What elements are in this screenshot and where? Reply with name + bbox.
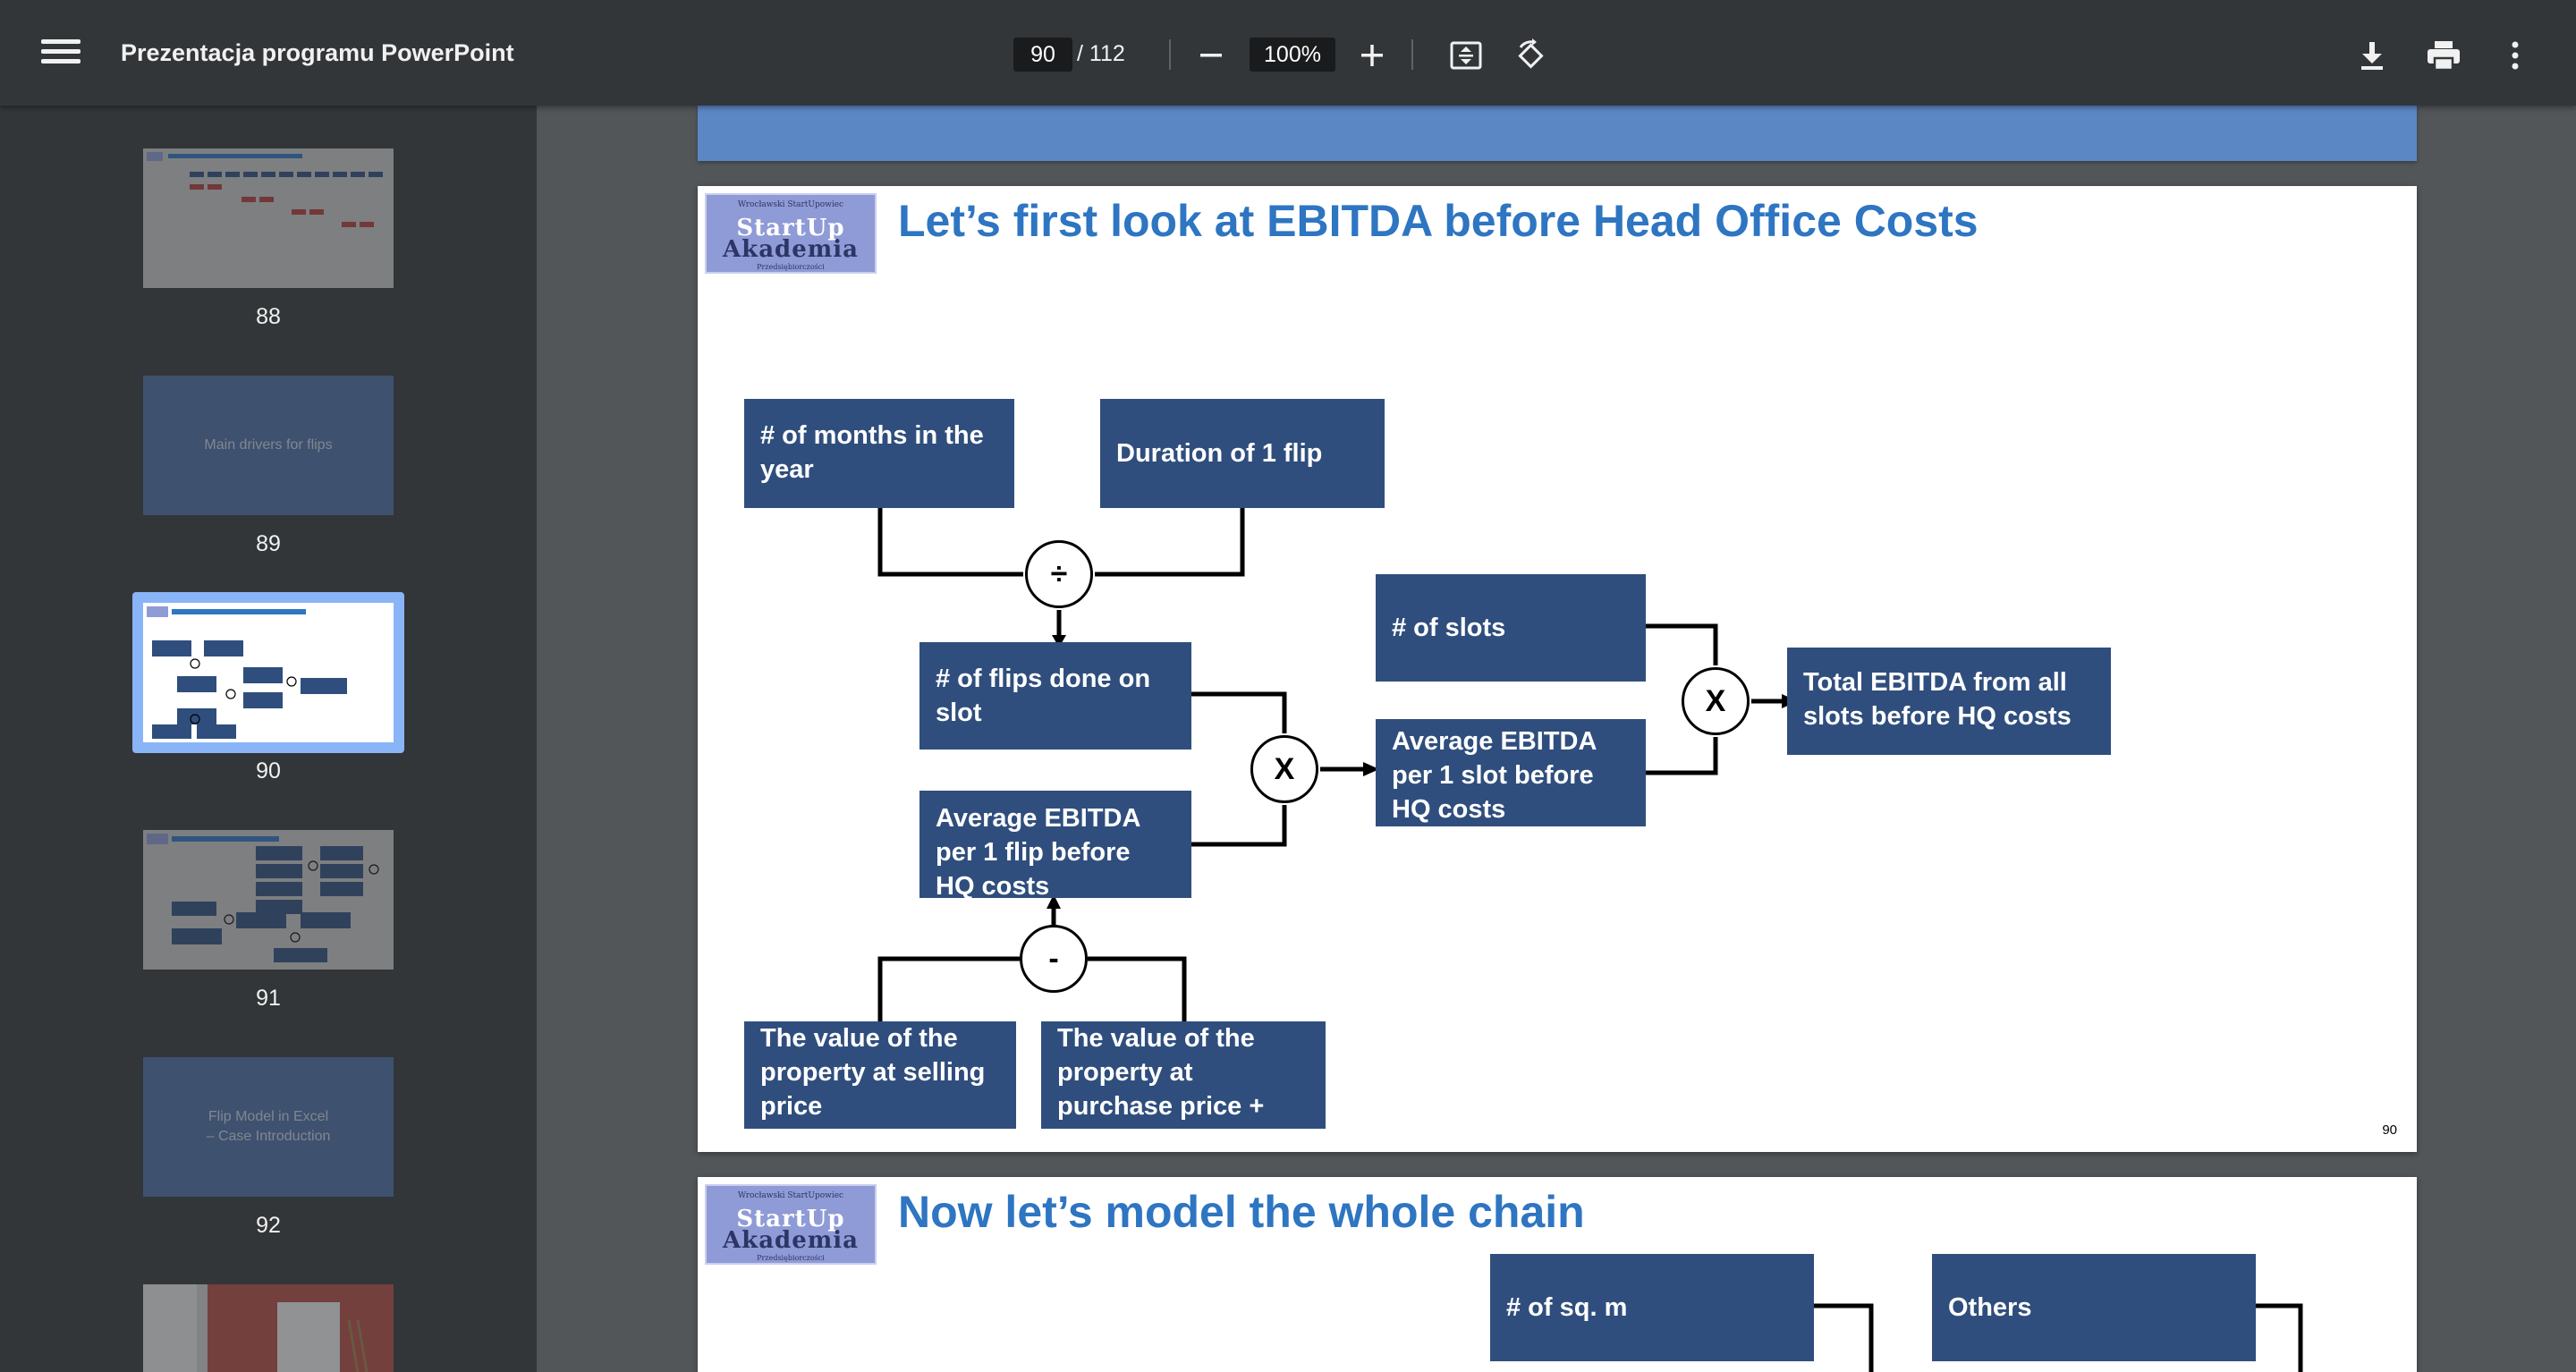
minus-operator: - xyxy=(1020,925,1088,993)
toolbar-divider xyxy=(1169,39,1171,70)
thumbnail-label: 89 xyxy=(256,531,281,556)
print-icon[interactable] xyxy=(2419,31,2468,80)
thumbnail-label: 92 xyxy=(256,1213,281,1238)
thumbnail-page-92[interactable]: Flip Model in Excel – Case Introduction xyxy=(143,1057,394,1197)
box-number-of-slots: # of slots xyxy=(1376,574,1646,682)
box-purchase-price: The value of the property at purchase pr… xyxy=(1041,1021,1326,1152)
box-selling-price: The value of the property at selling pri… xyxy=(744,1021,1016,1129)
menu-icon[interactable] xyxy=(38,34,84,73)
thumbnail-text: Main drivers for flips xyxy=(204,437,333,453)
thumbnail-page-88[interactable] xyxy=(143,148,394,288)
multiply-operator: X xyxy=(1682,667,1750,735)
toolbar-divider xyxy=(1411,39,1413,70)
thumbnail-label: 90 xyxy=(256,758,281,783)
slide-91: Wrocławski StartUpowiec StartUp Akademia… xyxy=(698,1177,2417,1372)
box-others: Others xyxy=(1932,1254,2256,1361)
thumbnail-page-89[interactable]: Main drivers for flips xyxy=(143,376,394,515)
pdf-viewer[interactable]: Wrocławski StartUpowiec StartUp Akademia… xyxy=(537,106,2576,1372)
divide-operator: ÷ xyxy=(1025,540,1093,608)
rotate-icon[interactable] xyxy=(1506,31,1555,80)
fit-page-icon[interactable] xyxy=(1442,31,1490,80)
slide-90: Wrocławski StartUpowiec StartUp Akademia… xyxy=(698,186,2417,1152)
more-vert-icon[interactable] xyxy=(2491,31,2539,80)
multiply-operator: X xyxy=(1250,735,1318,803)
previous-slide-tail xyxy=(698,106,2417,161)
box-avg-ebitda-per-slot: Average EBITDA per 1 slot before HQ cost… xyxy=(1376,719,1646,826)
thumbnail-text: Flip Model in Excel – Case Introduction xyxy=(206,1109,331,1144)
box-months-in-year: # of months in the year xyxy=(744,399,1014,508)
box-sq-m: # of sq. m xyxy=(1490,1254,1814,1361)
box-flips-on-slot: # of flips done on slot xyxy=(919,642,1191,750)
thumbnail-page-91[interactable] xyxy=(143,830,394,970)
page-number-input[interactable] xyxy=(1013,38,1072,72)
slide-page-number: 90 xyxy=(2382,1122,2397,1138)
download-icon[interactable] xyxy=(2348,31,2396,80)
thumbnail-page-90[interactable] xyxy=(143,603,394,742)
zoom-in-icon[interactable] xyxy=(1348,31,1396,80)
box-duration-of-flip: Duration of 1 flip xyxy=(1100,399,1385,508)
thumbnail-page-93[interactable] xyxy=(143,1284,394,1372)
document-title: Prezentacja programu PowerPoint xyxy=(121,39,514,66)
box-avg-ebitda-per-flip: Average EBITDA per 1 flip before HQ cost… xyxy=(919,791,1191,901)
thumbnail-label: 91 xyxy=(256,986,281,1011)
page-total: / 112 xyxy=(1077,41,1125,66)
box-total-ebitda: Total EBITDA from all slots before HQ co… xyxy=(1787,648,2111,755)
zoom-level-input[interactable] xyxy=(1250,38,1335,72)
pdf-toolbar: Prezentacja programu PowerPoint / 112 xyxy=(0,0,2576,106)
thumbnail-label: 88 xyxy=(256,304,281,329)
thumbnail-sidebar: 88 Main drivers for flips 89 90 91 Flip … xyxy=(0,106,537,1372)
zoom-out-icon[interactable] xyxy=(1187,31,1235,80)
